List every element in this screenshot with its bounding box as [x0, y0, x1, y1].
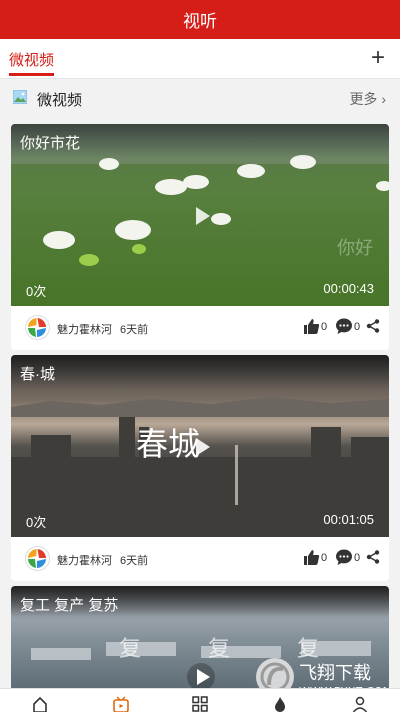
- like-count: 0: [321, 321, 328, 333]
- fire-icon[interactable]: [272, 696, 288, 712]
- video-thumbnail[interactable]: 春城 春·城 0次 00:01:05: [11, 355, 389, 537]
- view-count: 0次: [26, 515, 47, 530]
- video-card[interactable]: 春城 春·城 0次 00:01:05 魅力霍林河 6天前 0 0: [11, 355, 389, 581]
- thumbs-up-icon[interactable]: [303, 318, 320, 335]
- bottom-navigation: [0, 688, 400, 712]
- publish-time: 6天前: [120, 324, 149, 336]
- view-count: 0次: [26, 284, 47, 299]
- page-title: 视听: [183, 12, 217, 31]
- share-icon[interactable]: [366, 319, 380, 333]
- picture-icon: [13, 90, 27, 104]
- home-icon[interactable]: [32, 696, 48, 712]
- app-title-bar: 视听: [0, 0, 400, 39]
- section-title: 微视频: [37, 92, 83, 109]
- channel-logo-icon: [25, 315, 50, 340]
- comment-icon[interactable]: [335, 317, 353, 335]
- channel-tab-bar: 微视频 +: [0, 39, 400, 79]
- share-icon[interactable]: [366, 550, 380, 564]
- channel-logo-icon: [25, 546, 50, 571]
- more-link[interactable]: 更多 ›: [349, 89, 386, 109]
- add-channel-button[interactable]: +: [366, 45, 390, 71]
- play-icon[interactable]: [186, 662, 216, 688]
- video-title: 复工 复产 复苏: [20, 597, 119, 614]
- user-icon[interactable]: [352, 696, 368, 712]
- author-name[interactable]: 魅力霍林河: [57, 321, 112, 337]
- like-count: 0: [321, 552, 328, 564]
- play-icon[interactable]: [186, 201, 216, 231]
- title-shade: [11, 355, 389, 389]
- plus-icon: +: [370, 44, 385, 71]
- play-icon[interactable]: [186, 432, 216, 462]
- video-thumbnail[interactable]: 你好 你好市花 0次 00:00:43: [11, 124, 389, 306]
- more-label: 更多: [349, 91, 382, 107]
- video-icon[interactable]: [113, 696, 129, 712]
- video-card[interactable]: 你好 你好市花 0次 00:00:43 魅力霍林河 6天前 0 0: [11, 124, 389, 350]
- video-title: 春·城: [20, 366, 55, 383]
- thumbs-up-icon[interactable]: [303, 549, 320, 566]
- video-meta-row: 魅力霍林河 6天前 0 0: [11, 537, 389, 581]
- section-header: 微视频 更多 ›: [0, 79, 400, 117]
- publish-time: 6天前: [120, 555, 149, 567]
- video-meta-row: 魅力霍林河 6天前 0 0: [11, 306, 389, 350]
- video-duration: 00:01:05: [323, 512, 374, 527]
- video-duration: 00:00:43: [323, 281, 374, 296]
- author-name[interactable]: 魅力霍林河: [57, 552, 112, 568]
- video-overlay-text: 你好: [337, 238, 373, 259]
- comment-count: 0: [354, 321, 361, 333]
- grid-icon[interactable]: [192, 696, 208, 712]
- active-tab-indicator: [9, 73, 54, 76]
- chevron-right-icon: ›: [381, 91, 386, 107]
- comment-icon[interactable]: [335, 548, 353, 566]
- video-title: 你好市花: [20, 135, 81, 152]
- comment-count: 0: [354, 552, 361, 564]
- watermark-title: 飞翔下载: [299, 663, 371, 684]
- tab-micro-video[interactable]: 微视频: [9, 49, 54, 70]
